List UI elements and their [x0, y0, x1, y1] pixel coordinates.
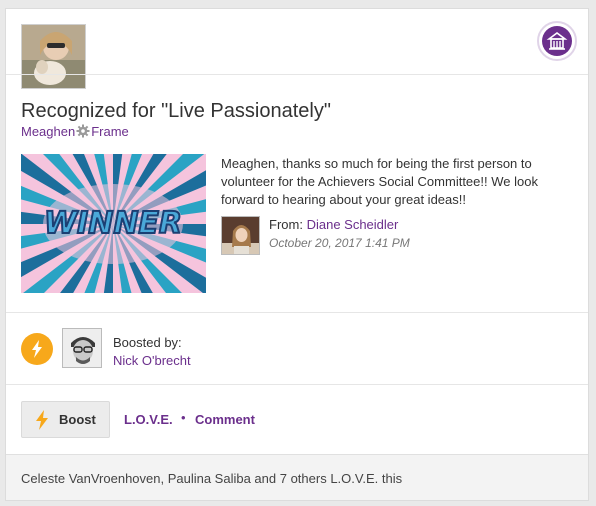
comment-link[interactable]: Comment [195, 412, 255, 427]
sender-name-link[interactable]: Diane Scheidler [307, 217, 399, 232]
gear-icon [76, 124, 90, 138]
recipient-first-name: Meaghen [21, 124, 76, 139]
winner-badge-text: WINNER [44, 206, 182, 241]
boost-button[interactable]: Boost [21, 401, 110, 438]
boost-indicator-icon [21, 333, 53, 365]
booster-avatar[interactable] [62, 328, 102, 368]
love-summary-text[interactable]: Celeste VanVroenhoven, Paulina Saliba an… [21, 471, 402, 486]
recipient-last-name: Frame [91, 124, 129, 139]
content-divider [6, 312, 588, 313]
building-icon [542, 26, 572, 56]
boosted-by-label: Boosted by: [113, 335, 182, 350]
action-separator: • [181, 410, 186, 425]
header-divider [6, 74, 588, 75]
recognition-title: Recognized for "Live Passionately" [21, 100, 331, 122]
sender-line: From: Diane Scheidler [269, 217, 398, 232]
recipient-avatar[interactable] [21, 24, 86, 89]
post-date: October 20, 2017 1:41 PM [269, 236, 410, 250]
boost-divider [6, 384, 588, 385]
recognition-card: Recognized for "Live Passionately" Meagh… [5, 8, 589, 501]
winner-badge-image: WINNER [21, 154, 206, 293]
booster-name-link[interactable]: Nick O'brecht [113, 353, 191, 368]
recognition-message: Meaghen, thanks so much for being the fi… [221, 156, 538, 207]
from-label: From: [269, 217, 303, 232]
love-summary-footer: Celeste VanVroenhoven, Paulina Saliba an… [6, 454, 588, 500]
love-link[interactable]: L.O.V.E. [124, 412, 173, 427]
lightning-bolt-icon [35, 410, 49, 430]
sender-avatar[interactable] [221, 216, 260, 255]
recipient-name-link[interactable]: Meaghen Frame [21, 124, 129, 139]
boost-button-label: Boost [59, 412, 96, 427]
company-badge[interactable] [537, 21, 577, 61]
